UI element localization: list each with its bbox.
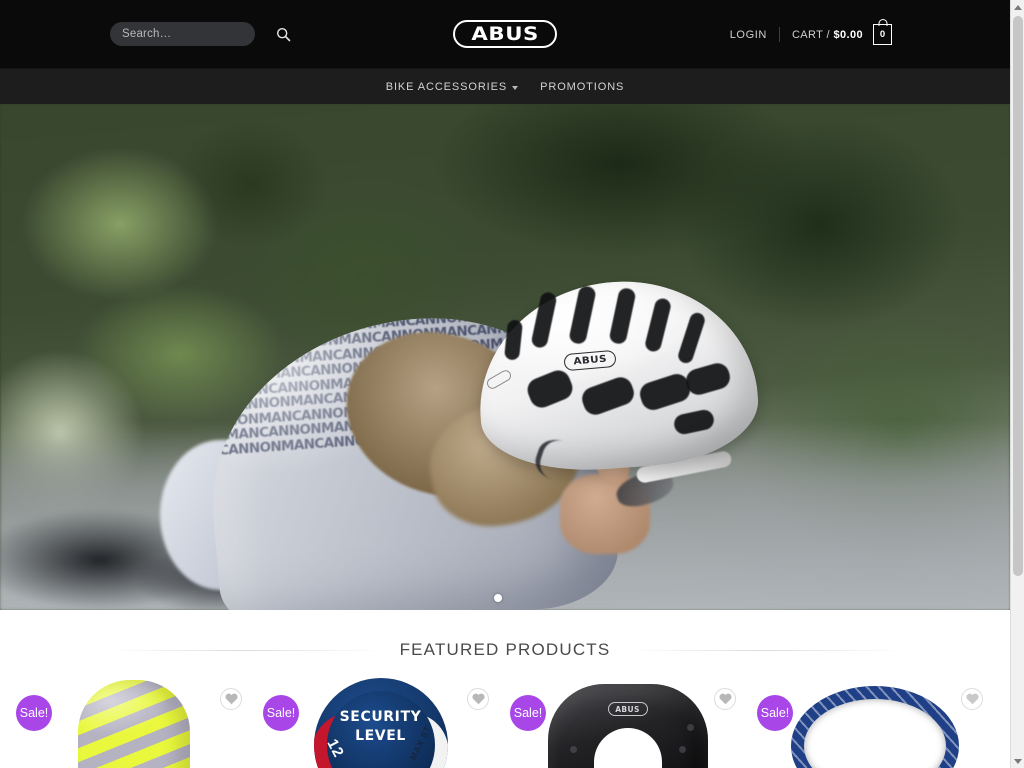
site-header: ABUS LOGIN CART / $0.00 0 [0, 0, 1010, 68]
divider-left [108, 649, 382, 651]
product-card-security-disc[interactable]: 12 MAX ST SECURITY LEVEL Sale! [257, 678, 504, 768]
cart-label: CART / [791, 28, 830, 41]
hero-helmet: ABUS [471, 272, 763, 490]
cart-count: 0 [879, 28, 886, 40]
product-grid: Sale! 12 MAX ST SECURITY LEVEL Sale! ABU… [0, 660, 1010, 768]
nav-item-promotions[interactable]: PROMOTIONS [540, 81, 624, 93]
main-navigation: BIKE ACCESSORIES PROMOTIONS [0, 68, 1010, 104]
caret-up-icon[interactable] [1011, 0, 1024, 14]
reflective-cover-art [77, 680, 190, 768]
site-logo[interactable]: ABUS [453, 20, 557, 48]
helmet-brand-text: ABUS [572, 353, 608, 368]
caret-down-icon[interactable] [1011, 754, 1024, 768]
nav-label: PROMOTIONS [540, 80, 625, 93]
frame-lock-art: ABUS [547, 684, 708, 768]
search-input[interactable] [122, 28, 276, 40]
product-card-reflective-cover[interactable]: Sale! [10, 678, 257, 768]
featured-title: FEATURED PRODUCTS [399, 640, 611, 659]
header-account-area: LOGIN CART / $0.00 0 [718, 19, 892, 45]
cart-link[interactable]: CART / $0.00 [780, 29, 873, 41]
chain-texture [790, 686, 959, 768]
cart-total: $0.00 [833, 28, 863, 41]
wishlist-heart-icon[interactable] [961, 688, 983, 710]
sale-badge[interactable]: Sale! [510, 695, 546, 731]
featured-heading-row: FEATURED PRODUCTS [0, 640, 1010, 660]
search-icon[interactable] [276, 26, 291, 42]
browser-viewport: ABUS LOGIN CART / $0.00 0 BIKE ACCESSORI… [0, 0, 1024, 768]
product-card-frame-lock[interactable]: ABUS Sale! [504, 678, 751, 768]
frame-lock-brand-logo: ABUS [607, 702, 648, 716]
scrollbar-thumb[interactable] [1013, 16, 1023, 576]
logo-text: ABUS [471, 22, 539, 45]
nav-label: BIKE ACCESSORIES [385, 80, 508, 93]
frame-lock-bolt [678, 746, 686, 753]
wishlist-heart-icon[interactable] [467, 688, 489, 710]
search-bar[interactable] [110, 22, 291, 46]
frame-lock-bolt [569, 746, 577, 753]
page-content: ABUS LOGIN CART / $0.00 0 BIKE ACCESSORI… [0, 0, 1010, 768]
sale-badge[interactable]: Sale! [16, 695, 52, 731]
cart-bag-icon[interactable]: 0 [873, 19, 892, 45]
sale-badge[interactable]: Sale! [757, 695, 793, 731]
disc-label-line1: SECURITY [339, 709, 422, 725]
wishlist-heart-icon[interactable] [220, 688, 242, 710]
security-disc-art: 12 MAX ST SECURITY LEVEL [313, 678, 448, 768]
divider-right [628, 649, 902, 651]
chain-lock-art [790, 686, 959, 768]
bag-handle [878, 19, 887, 26]
vertical-scrollbar[interactable] [1010, 0, 1024, 768]
hero-carousel[interactable]: CANNONMANCANNONMANCANNONMANCANNONMANCANN… [0, 104, 1010, 610]
sale-badge[interactable]: Sale! [263, 695, 299, 731]
wishlist-heart-icon[interactable] [714, 688, 736, 710]
product-card-chain-lock[interactable]: Sale! [751, 678, 998, 768]
frame-lock-bolt [686, 724, 694, 731]
nav-item-bike-accessories[interactable]: BIKE ACCESSORIES [385, 80, 519, 93]
carousel-dot-1[interactable] [494, 594, 502, 602]
login-link[interactable]: LOGIN [718, 29, 779, 41]
chevron-down-icon [512, 85, 519, 90]
featured-products-section: FEATURED PRODUCTS Sale! 12 MAX ST SECURI… [0, 610, 1010, 768]
frame-lock-brand-text: ABUS [615, 704, 640, 714]
